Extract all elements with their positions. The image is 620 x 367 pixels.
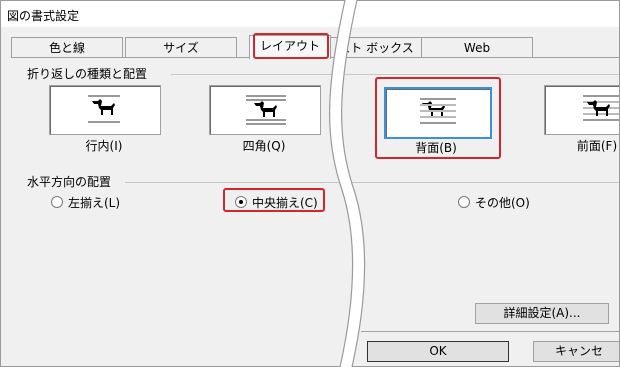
wrap-square-label: 四角(Q) <box>242 139 286 153</box>
wrap-front-label: 前面(F) <box>576 139 618 153</box>
radio-align-other[interactable]: その他(O) <box>458 194 530 211</box>
advanced-settings-button[interactable]: 詳細設定(A)... <box>475 303 609 324</box>
dog-inline-icon <box>88 95 120 123</box>
screenshot-break-divider <box>329 0 366 367</box>
horizontal-group-label: 水平方向の配置 <box>27 173 116 190</box>
radio-other-label: その他(O) <box>475 196 530 210</box>
tab-color-line[interactable]: 色と線 <box>11 37 123 58</box>
tab-web[interactable]: Web <box>421 37 533 58</box>
wrap-front-option[interactable] <box>544 85 619 135</box>
radio-align-left[interactable]: 左揃え(L) <box>51 194 120 211</box>
wrap-group-label: 折り返しの種類と配置 <box>27 65 152 82</box>
radio-left-indicator <box>51 196 63 208</box>
radio-left-label: 左揃え(L) <box>68 196 121 210</box>
wrap-group-divider <box>171 74 619 75</box>
cancel-button[interactable]: キャンセ <box>533 341 619 362</box>
wrap-inline-label: 行内(I) <box>85 139 123 153</box>
tab-size[interactable]: サイズ <box>125 37 237 58</box>
button-row-divider <box>361 331 619 332</box>
highlight-behind-option <box>375 77 501 159</box>
window-title: 図の書式設定 <box>7 9 80 23</box>
dog-front-icon <box>583 95 619 121</box>
radio-other-indicator <box>458 196 470 208</box>
wrap-inline-option[interactable] <box>49 85 161 135</box>
